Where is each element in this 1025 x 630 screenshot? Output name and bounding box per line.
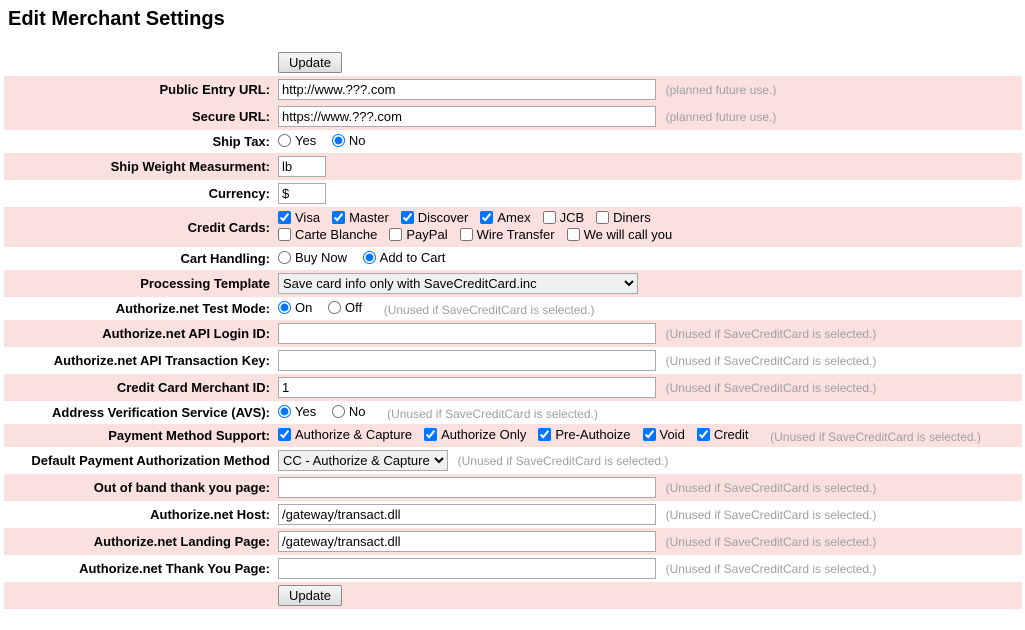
- anet-landing-label: Authorize.net Landing Page:: [4, 528, 274, 555]
- currency-input[interactable]: [278, 183, 326, 204]
- anet-host-hint: (Unused if SaveCreditCard is selected.): [666, 508, 877, 522]
- default-auth-hint: (Unused if SaveCreditCard is selected.): [458, 454, 669, 468]
- pay-support-label: Payment Method Support:: [4, 424, 274, 447]
- cc-diners[interactable]: [596, 211, 609, 224]
- pay-authorize-capture[interactable]: [278, 428, 291, 441]
- cart-label: Cart Handling:: [4, 247, 274, 270]
- cc-we-will-call-you[interactable]: [567, 228, 580, 241]
- secure-url-hint: (planned future use.): [666, 110, 777, 124]
- update-button[interactable]: Update: [278, 52, 342, 73]
- settings-form: Update Public Entry URL: (planned future…: [4, 49, 1022, 609]
- merchant-id-input[interactable]: [278, 377, 656, 398]
- page-title: Edit Merchant Settings: [8, 8, 1025, 31]
- ship-tax-label: Ship Tax:: [4, 130, 274, 153]
- public-url-hint: (planned future use.): [666, 83, 777, 97]
- test-mode-on[interactable]: [278, 301, 291, 314]
- test-mode-hint: (Unused if SaveCreditCard is selected.): [384, 303, 595, 317]
- pay-support-group: Authorize & CaptureAuthorize OnlyPre-Aut…: [278, 429, 761, 444]
- secure-url-label: Secure URL:: [4, 103, 274, 130]
- pay-pre-authoize[interactable]: [538, 428, 551, 441]
- ship-tax-no[interactable]: [332, 134, 345, 147]
- cc-paypal[interactable]: [389, 228, 402, 241]
- test-mode-off[interactable]: [328, 301, 341, 314]
- anet-host-label: Authorize.net Host:: [4, 501, 274, 528]
- api-key-hint: (Unused if SaveCreditCard is selected.): [666, 354, 877, 368]
- api-key-label: Authorize.net API Transaction Key:: [4, 347, 274, 374]
- credit-cards-label: Credit Cards:: [4, 207, 274, 247]
- oob-thanks-hint: (Unused if SaveCreditCard is selected.): [666, 481, 877, 495]
- avs-no[interactable]: [332, 405, 345, 418]
- api-login-hint: (Unused if SaveCreditCard is selected.): [666, 327, 877, 341]
- avs-hint: (Unused if SaveCreditCard is selected.): [387, 407, 598, 421]
- pay-support-hint: (Unused if SaveCreditCard is selected.): [770, 430, 981, 444]
- default-auth-select[interactable]: CC - Authorize & Capture: [278, 450, 448, 471]
- template-select[interactable]: Save card info only with SaveCreditCard.…: [278, 273, 638, 294]
- avs-yes[interactable]: [278, 405, 291, 418]
- anet-thanks-hint: (Unused if SaveCreditCard is selected.): [666, 562, 877, 576]
- anet-thanks-input[interactable]: [278, 558, 656, 579]
- cc-master[interactable]: [332, 211, 345, 224]
- ship-tax-yes[interactable]: [278, 134, 291, 147]
- cc-wire-transfer[interactable]: [460, 228, 473, 241]
- credit-cards-row2: Carte BlanchePayPalWire TransferWe will …: [278, 229, 684, 244]
- pay-credit[interactable]: [697, 428, 710, 441]
- cart-add-to-cart[interactable]: [363, 251, 376, 264]
- secure-url-input[interactable]: [278, 106, 656, 127]
- cc-visa[interactable]: [278, 211, 291, 224]
- ship-wt-input[interactable]: [278, 156, 326, 177]
- anet-landing-hint: (Unused if SaveCreditCard is selected.): [666, 535, 877, 549]
- currency-label: Currency:: [4, 180, 274, 207]
- credit-cards-row1: VisaMasterDiscoverAmexJCBDiners: [278, 212, 663, 227]
- cc-discover[interactable]: [401, 211, 414, 224]
- api-login-input[interactable]: [278, 323, 656, 344]
- template-label: Processing Template: [4, 270, 274, 297]
- update-button-bottom[interactable]: Update: [278, 585, 342, 606]
- cc-amex[interactable]: [480, 211, 493, 224]
- public-url-input[interactable]: [278, 79, 656, 100]
- anet-thanks-label: Authorize.net Thank You Page:: [4, 555, 274, 582]
- ship-wt-label: Ship Weight Measurment:: [4, 153, 274, 180]
- cc-carte-blanche[interactable]: [278, 228, 291, 241]
- anet-host-input[interactable]: [278, 504, 656, 525]
- public-url-label: Public Entry URL:: [4, 76, 274, 103]
- cc-jcb[interactable]: [543, 211, 556, 224]
- pay-void[interactable]: [643, 428, 656, 441]
- pay-authorize-only[interactable]: [424, 428, 437, 441]
- oob-thanks-input[interactable]: [278, 477, 656, 498]
- oob-thanks-label: Out of band thank you page:: [4, 474, 274, 501]
- api-key-input[interactable]: [278, 350, 656, 371]
- api-login-label: Authorize.net API Login ID:: [4, 320, 274, 347]
- avs-label: Address Verification Service (AVS):: [4, 401, 274, 424]
- merchant-id-hint: (Unused if SaveCreditCard is selected.): [666, 381, 877, 395]
- default-auth-label: Default Payment Authorization Method: [4, 447, 274, 474]
- anet-landing-input[interactable]: [278, 531, 656, 552]
- test-mode-label: Authorize.net Test Mode:: [4, 297, 274, 320]
- merchant-id-label: Credit Card Merchant ID:: [4, 374, 274, 401]
- cart-buy-now[interactable]: [278, 251, 291, 264]
